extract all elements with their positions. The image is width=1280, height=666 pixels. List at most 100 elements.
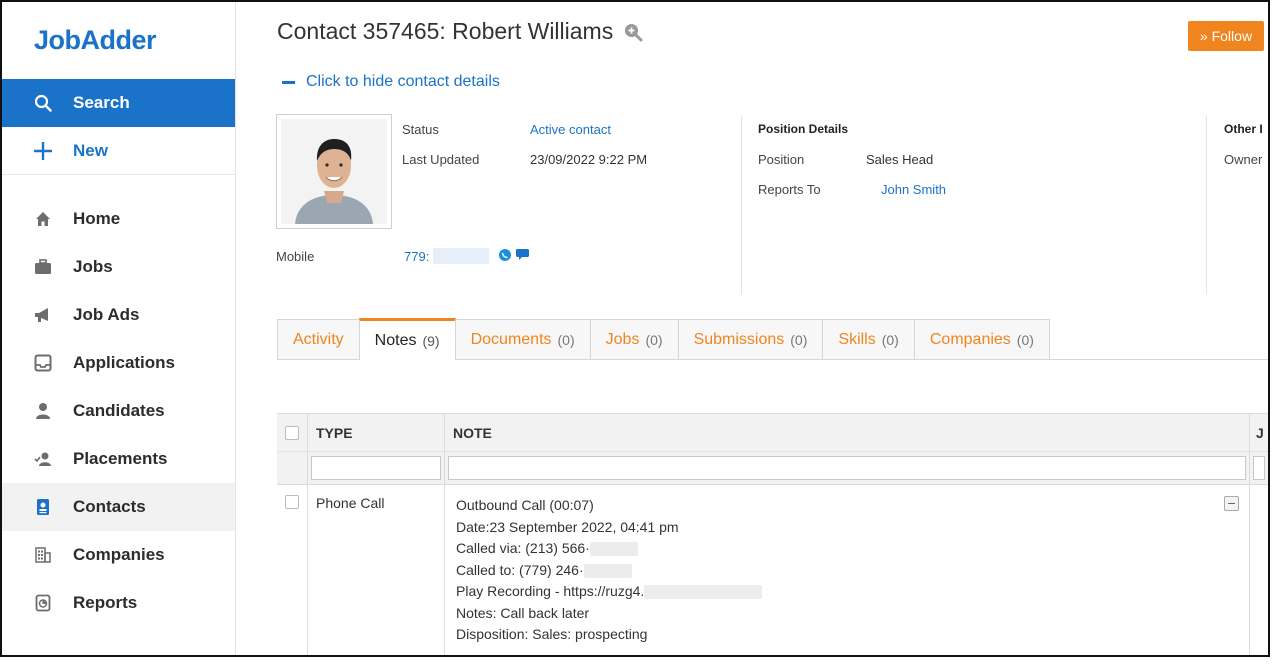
sidebar-item-reports[interactable]: Reports xyxy=(2,579,235,627)
last-updated-value: 23/09/2022 9:22 PM xyxy=(530,152,648,167)
tab-label: Submissions xyxy=(693,330,785,348)
inbox-icon xyxy=(32,354,54,372)
mobile-number[interactable]: 779: xyxy=(404,249,429,264)
column-header-type[interactable]: TYPE xyxy=(308,414,445,451)
other-details-heading: Other I xyxy=(1224,122,1263,136)
megaphone-icon xyxy=(32,307,54,323)
j-filter-input[interactable] xyxy=(1253,456,1265,480)
collapse-note-button[interactable] xyxy=(1224,496,1239,511)
sidebar-item-label: Contacts xyxy=(73,497,146,516)
building-icon xyxy=(32,547,54,563)
tab-label: Skills xyxy=(838,330,876,348)
divider xyxy=(1206,116,1207,294)
contact-photo xyxy=(276,114,392,229)
sidebar-item-label: Jobs xyxy=(73,257,113,276)
sms-icon[interactable] xyxy=(516,249,529,261)
briefcase-icon xyxy=(32,259,54,275)
note-line: Disposition: Sales: prospecting xyxy=(456,626,648,642)
position-value: Sales Head xyxy=(866,152,934,167)
mobile-label: Mobile xyxy=(276,249,315,264)
tab-documents[interactable]: Documents (0) xyxy=(454,319,591,359)
zoom-in-icon[interactable] xyxy=(623,22,643,42)
sidebar-item-label: Home xyxy=(73,209,121,228)
reports-to-value[interactable]: John Smith xyxy=(881,182,946,197)
tab-label: Documents xyxy=(470,330,552,348)
sidebar-nav: Home Jobs Job Ads Applications Candidate… xyxy=(2,175,235,627)
note-type-cell: Phone Call xyxy=(308,485,445,655)
placement-icon xyxy=(32,451,54,467)
sidebar-item-label: Search xyxy=(73,93,130,112)
tab-label: Companies xyxy=(929,330,1011,348)
note-line: Called to: (779) 246· xyxy=(456,560,1249,582)
minus-icon xyxy=(282,80,295,84)
jobadder-logo[interactable]: JobAdder xyxy=(2,2,235,79)
note-filter-input[interactable] xyxy=(448,456,1246,480)
sidebar-item-job-ads[interactable]: Job Ads xyxy=(2,291,235,339)
column-header-note[interactable]: NOTE xyxy=(445,414,1250,451)
sidebar-item-search[interactable]: Search xyxy=(2,79,235,127)
sidebar-item-candidates[interactable]: Candidates xyxy=(2,387,235,435)
tab-notes[interactable]: Notes (9) xyxy=(358,318,456,360)
tab-activity[interactable]: Activity xyxy=(277,319,360,359)
sidebar-item-label: Placements xyxy=(73,449,168,468)
home-icon xyxy=(32,211,54,227)
report-icon xyxy=(32,594,54,612)
status-label: Status xyxy=(402,122,439,137)
contact-card-icon xyxy=(32,498,54,516)
plus-icon xyxy=(32,141,54,161)
sidebar-item-placements[interactable]: Placements xyxy=(2,435,235,483)
sidebar-item-applications[interactable]: Applications xyxy=(2,339,235,387)
person-icon xyxy=(32,402,54,420)
tab-count: (0) xyxy=(881,331,899,348)
note-line: Called via: (213) 566· xyxy=(456,538,1249,560)
notes-table: TYPE NOTE J Phone Call Outbound Call (00… xyxy=(277,413,1268,655)
tab-count: (9) xyxy=(422,332,440,349)
table-header: TYPE NOTE J xyxy=(277,414,1268,452)
contact-tabs: Activity Notes (9) Documents (0) Jobs (0… xyxy=(277,318,1268,360)
status-value[interactable]: Active contact xyxy=(530,122,611,137)
note-line: Date:23 September 2022, 04:41 pm xyxy=(456,518,679,535)
tab-companies[interactable]: Companies (0) xyxy=(913,319,1050,359)
column-header-j[interactable]: J xyxy=(1250,414,1268,451)
sidebar-item-label: New xyxy=(73,140,108,160)
tab-label: Activity xyxy=(293,330,344,348)
row-checkbox[interactable] xyxy=(285,495,299,509)
sidebar-item-companies[interactable]: Companies xyxy=(2,531,235,579)
sidebar-item-jobs[interactable]: Jobs xyxy=(2,243,235,291)
hide-contact-details-link[interactable]: Click to hide contact details xyxy=(282,73,500,91)
note-line: Play Recording - https://ruzg4. xyxy=(456,581,1249,603)
note-content: Outbound Call (00:07) Date:23 September … xyxy=(456,495,1249,646)
tab-count: (0) xyxy=(645,331,663,348)
tab-label: Jobs xyxy=(605,330,640,348)
call-icon[interactable] xyxy=(499,249,511,261)
sidebar-item-label: Companies xyxy=(73,545,165,564)
sidebar-item-label: Candidates xyxy=(73,401,165,420)
page-title: Contact 357465: Robert Williams xyxy=(277,18,643,45)
reports-to-label: Reports To xyxy=(758,182,821,197)
sidebar-item-contacts[interactable]: Contacts xyxy=(2,483,235,531)
tab-submissions[interactable]: Submissions (0) xyxy=(677,319,824,359)
tab-skills[interactable]: Skills (0) xyxy=(822,319,915,359)
sidebar-item-new[interactable]: New xyxy=(2,127,235,174)
tab-jobs[interactable]: Jobs (0) xyxy=(589,319,679,359)
page-title-text: Contact 357465: Robert Williams xyxy=(277,18,614,44)
sidebar: JobAdder Search New Home Jobs Job Ads Ap… xyxy=(2,2,236,655)
sidebar-item-home[interactable]: Home xyxy=(2,195,235,243)
sidebar-item-label: Applications xyxy=(73,353,176,372)
table-row[interactable]: Phone Call Outbound Call (00:07) Date:23… xyxy=(277,485,1268,655)
position-label: Position xyxy=(758,152,805,167)
app-window: JobAdder Search New Home Jobs Job Ads Ap… xyxy=(0,0,1270,657)
mobile-actions xyxy=(499,249,529,261)
tab-count: (0) xyxy=(790,331,808,348)
select-all-checkbox[interactable] xyxy=(285,425,299,440)
follow-button[interactable]: » Follow xyxy=(1188,21,1264,51)
sidebar-item-label: Job Ads xyxy=(73,305,140,324)
last-updated-label: Last Updated xyxy=(402,152,480,167)
redacted-block xyxy=(433,248,489,264)
tab-count: (0) xyxy=(1016,331,1034,348)
position-details-heading: Position Details xyxy=(758,122,849,136)
search-icon xyxy=(32,94,54,112)
note-line: Notes: Call back later xyxy=(456,604,590,621)
owner-label: Owner xyxy=(1224,152,1263,167)
type-filter-input[interactable] xyxy=(311,456,441,480)
